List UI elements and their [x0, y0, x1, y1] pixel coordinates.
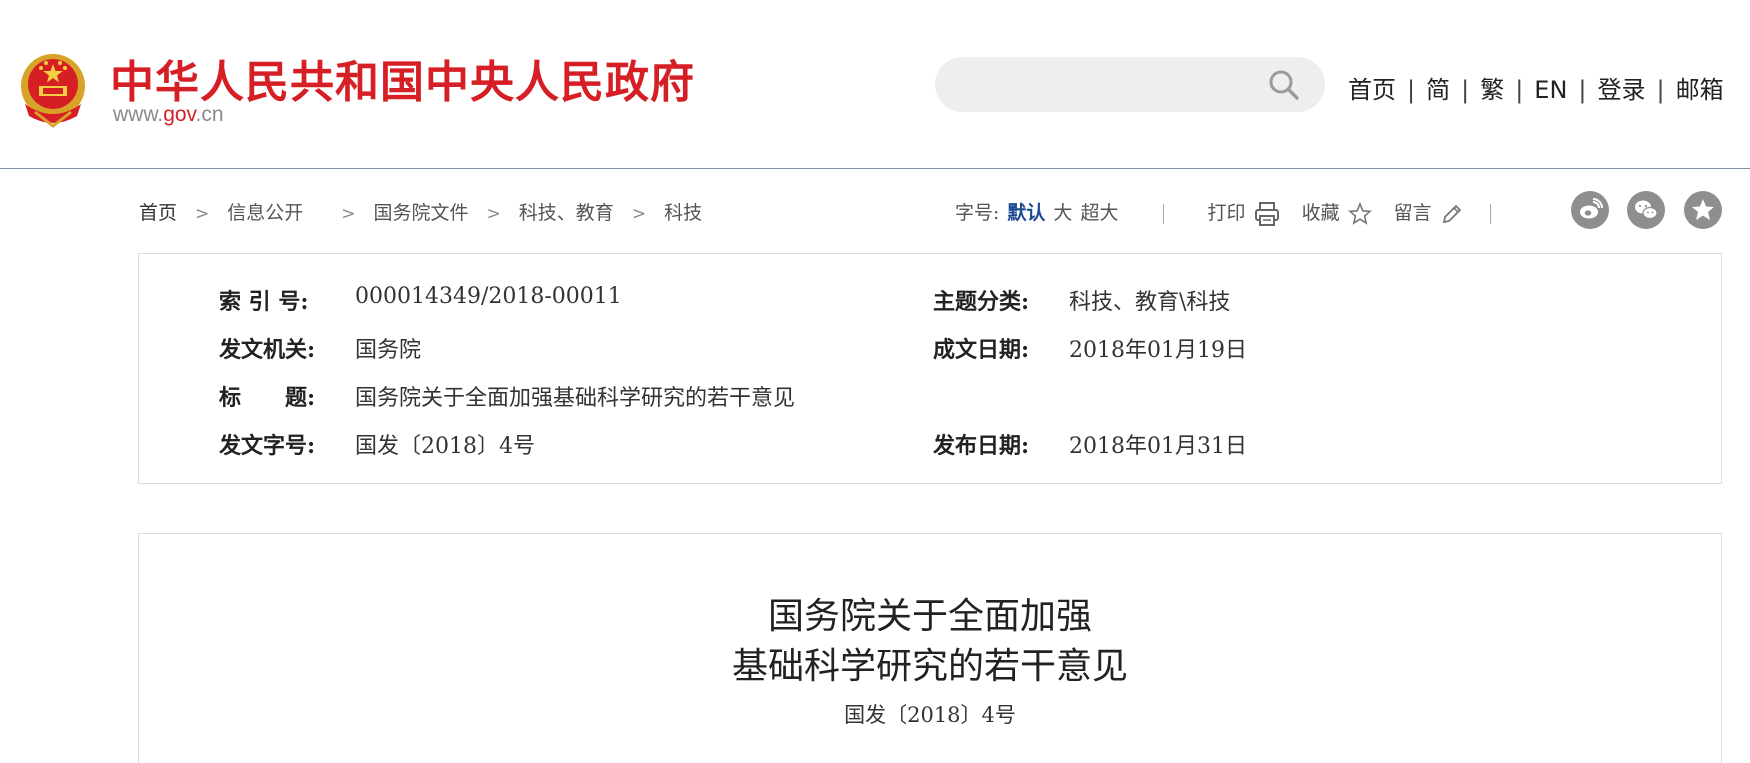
tool-divider — [1162, 204, 1164, 224]
url-prefix: www. — [113, 103, 164, 126]
url-highlight: gov — [163, 103, 196, 126]
print-label: 打印 — [1207, 202, 1246, 224]
comment-label: 留言 — [1393, 202, 1432, 224]
issuer-value: 国务院 — [355, 338, 422, 363]
written-date-label: 成文日期: — [933, 337, 1030, 363]
breadcrumb-state-council-docs[interactable]: 国务院文件 — [374, 202, 469, 224]
breadcrumb-separator: > — [195, 204, 210, 224]
article-doc-number: 国发〔2018〕4号 — [844, 703, 1016, 727]
publish-date-label: 发布日期: — [933, 433, 1030, 459]
nav-login[interactable]: 登录 — [1598, 76, 1646, 104]
tool-divider — [1489, 204, 1491, 224]
search-icon[interactable] — [1268, 69, 1300, 101]
breadcrumb-home[interactable]: 首页 — [139, 202, 177, 224]
share-wechat-button[interactable] — [1627, 191, 1665, 229]
favorite-label: 收藏 — [1301, 202, 1340, 224]
favorite-star-icon — [1692, 199, 1714, 220]
nav-separator: | — [1515, 76, 1524, 104]
nav-mail[interactable]: 邮箱 — [1676, 76, 1724, 104]
pencil-icon — [1442, 204, 1461, 224]
breadcrumb-info-public[interactable]: 信息公开 — [227, 202, 303, 224]
index-value: 000014349/2018-00011 — [355, 284, 622, 309]
url-suffix: .cn — [195, 103, 224, 126]
nav-separator: | — [1407, 76, 1416, 104]
breadcrumb-sci-edu[interactable]: 科技、教育 — [519, 202, 614, 224]
share-favorite-button[interactable] — [1684, 191, 1722, 229]
index-label: 索 引 号: — [219, 289, 309, 315]
breadcrumb-separator: > — [631, 204, 647, 224]
print-button[interactable]: 打印 — [1207, 202, 1280, 226]
nav-home[interactable]: 首页 — [1348, 76, 1396, 104]
article-title-line1: 国务院关于全面加强 — [767, 596, 1092, 637]
national-emblem-icon[interactable] — [15, 46, 91, 128]
article-title: 国务院关于全面加强 基础科学研究的若干意见 — [139, 592, 1721, 692]
nav-separator: | — [1578, 76, 1587, 104]
site-url[interactable]: www.gov.cn — [113, 103, 224, 127]
font-size-default[interactable]: 默认 — [1007, 202, 1045, 224]
nav-traditional[interactable]: 繁 — [1480, 76, 1504, 104]
article-content: 国务院关于全面加强 基础科学研究的若干意见 国发〔2018〕4号 — [138, 533, 1722, 763]
printer-icon — [1254, 202, 1279, 226]
star-icon — [1347, 201, 1372, 225]
font-size-xlarge[interactable]: 超大 — [1080, 202, 1118, 224]
topic-value: 科技、教育\科技 — [1069, 290, 1231, 315]
written-date-value: 2018年01月19日 — [1069, 338, 1247, 363]
doc-no-value: 国发〔2018〕4号 — [355, 434, 535, 459]
article-title-line2: 基础科学研究的若干意见 — [731, 646, 1128, 687]
favorite-button[interactable]: 收藏 — [1301, 201, 1372, 225]
publish-date-value: 2018年01月31日 — [1069, 434, 1247, 459]
breadcrumb: 首页 > 信息公开 > 国务院文件 > 科技、教育 > 科技 — [139, 198, 702, 225]
site-header: 中华人民共和国中央人民政府 www.gov.cn 首页 | 简 | 繁 | EN | 登录 | 邮箱 — [0, 0, 1750, 169]
share-weibo-button[interactable] — [1571, 191, 1609, 229]
breadcrumb-science[interactable]: 科技 — [664, 202, 702, 224]
nav-english[interactable]: EN — [1534, 76, 1567, 104]
top-nav: 首页 | 简 | 繁 | EN | 登录 | 邮箱 — [1348, 70, 1724, 105]
nav-separator: | — [1656, 76, 1665, 104]
wechat-icon — [1635, 200, 1658, 220]
site-title[interactable]: 中华人民共和国中央人民政府 — [110, 46, 695, 110]
font-size-large[interactable]: 大 — [1053, 202, 1072, 224]
article-tools: 字号: 默认大超大 打印 收藏 留言 — [955, 198, 1491, 227]
breadcrumb-separator: > — [486, 204, 501, 224]
doc-no-label: 发文字号: — [219, 433, 316, 459]
font-size-label: 字号: — [955, 202, 1000, 224]
comment-button[interactable]: 留言 — [1394, 202, 1464, 224]
breadcrumb-separator: > — [341, 204, 356, 224]
nav-simplified[interactable]: 简 — [1426, 76, 1450, 104]
weibo-icon — [1580, 198, 1603, 219]
search-box — [935, 57, 1325, 112]
nav-separator: | — [1461, 76, 1470, 104]
topic-label: 主题分类: — [933, 289, 1030, 315]
issuer-label: 发文机关: — [219, 337, 316, 363]
search-input[interactable] — [957, 67, 1261, 104]
document-info-table: 索 引 号: 000014349/2018-00011 主题分类: 科技、教育\… — [138, 253, 1722, 484]
title-label: 标 题: — [219, 385, 316, 411]
title-value: 国务院关于全面加强基础科学研究的若干意见 — [355, 386, 796, 411]
